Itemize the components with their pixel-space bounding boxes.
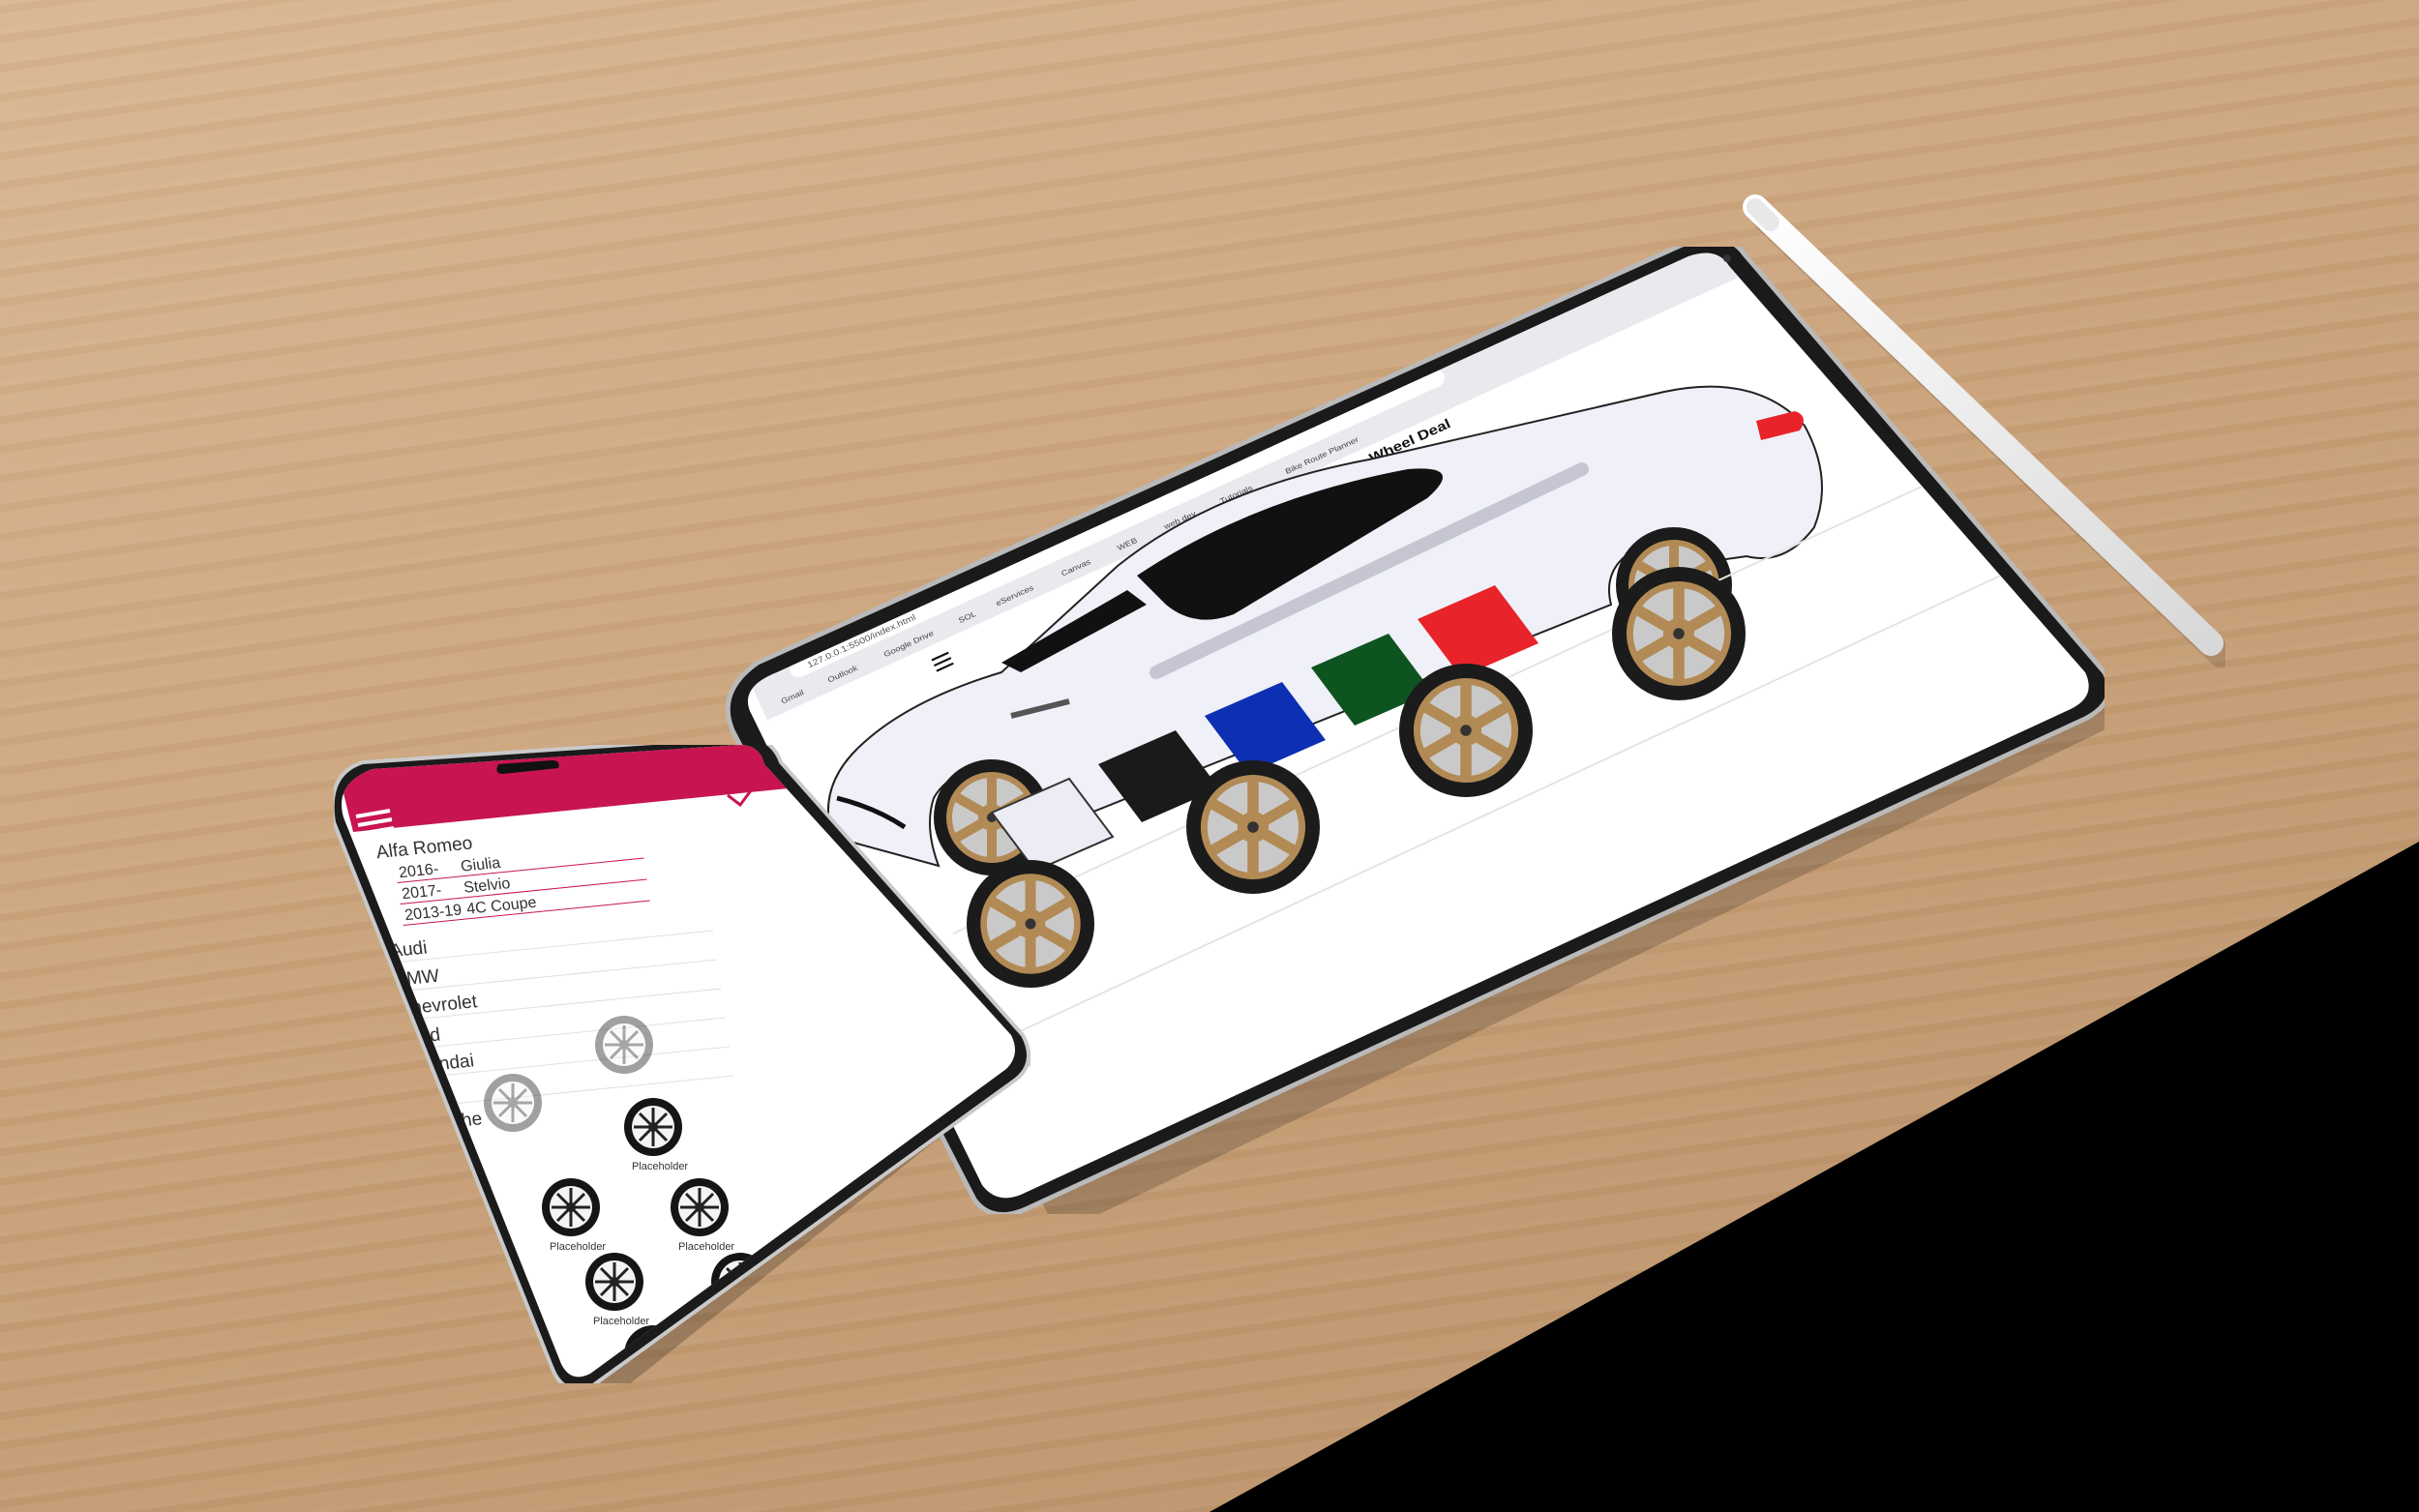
make-item[interactable]: Kia xyxy=(409,1084,439,1108)
wheel-label: Placeholder xyxy=(632,1161,688,1172)
wheel-card[interactable] xyxy=(593,1014,655,1076)
front-camera xyxy=(1723,254,1731,262)
wheel-label: Placeholder xyxy=(678,1241,734,1253)
wheel-option[interactable] xyxy=(1399,664,1533,797)
wheel-label: Placeholder xyxy=(550,1241,606,1253)
wheel-card[interactable] xyxy=(482,1072,544,1134)
wheel-option[interactable] xyxy=(1186,760,1320,894)
phone-device: Alfa Romeo 2016- Giulia 2017- Stelvio 20… xyxy=(330,734,1034,1401)
wheel-option[interactable] xyxy=(1612,567,1746,700)
wheel-label: Placeholder xyxy=(593,1316,649,1327)
